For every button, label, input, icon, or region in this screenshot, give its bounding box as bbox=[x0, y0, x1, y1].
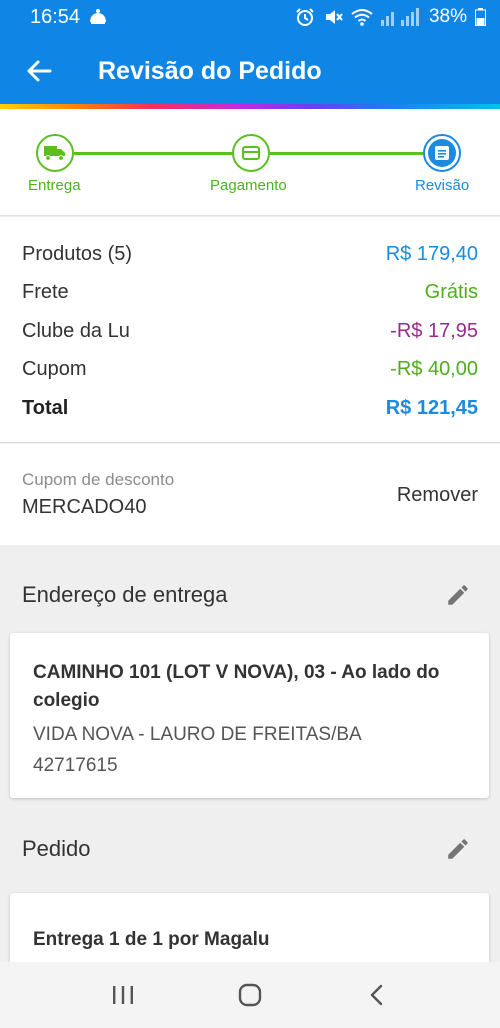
home-icon bbox=[238, 983, 262, 1007]
coupon-section: Cupom de desconto MERCADO40 Remover bbox=[0, 444, 500, 545]
recent-apps-button[interactable] bbox=[93, 965, 153, 1025]
address-section-title: Endereço de entrega bbox=[22, 582, 228, 607]
home-button[interactable] bbox=[220, 965, 280, 1025]
battery-level: 38% bbox=[428, 6, 467, 27]
edit-address-button[interactable] bbox=[438, 575, 478, 615]
address-street: CAMINHO 101 (LOT V NOVA), 03 - Ao lado d… bbox=[33, 662, 440, 711]
chevron-left-icon bbox=[370, 984, 382, 1006]
summary-row-club: Clube da Lu -R$ 17,95 bbox=[22, 312, 478, 351]
recent-apps-icon bbox=[113, 986, 134, 1004]
system-nav-bar bbox=[0, 962, 500, 1028]
delivery-info: Entrega 1 de 1 por Magalu bbox=[33, 929, 270, 950]
summary-value: -R$ 17,95 bbox=[390, 319, 478, 342]
summary-value: R$ 179,40 bbox=[385, 242, 478, 265]
summary-label: Produtos (5) bbox=[22, 242, 133, 265]
step-review[interactable] bbox=[423, 134, 461, 172]
summary-row-total: Total R$ 121,45 bbox=[22, 389, 478, 428]
address-city: VIDA NOVA - LAURO DE FREITAS/BA bbox=[33, 724, 362, 745]
app-bar: Revisão do Pedido bbox=[0, 34, 500, 108]
step-label-payment: Pagamento bbox=[210, 177, 287, 194]
summary-label: Clube da Lu bbox=[22, 319, 130, 342]
mute-icon bbox=[323, 7, 343, 27]
list-icon bbox=[435, 146, 449, 160]
signal-icon bbox=[380, 8, 421, 26]
address-section-header: Endereço de entrega bbox=[0, 550, 500, 640]
step-label-delivery: Entrega bbox=[28, 177, 81, 194]
back-nav-button[interactable] bbox=[347, 965, 407, 1025]
arrow-back-icon bbox=[27, 60, 52, 82]
wifi-icon bbox=[351, 8, 373, 26]
step-connector bbox=[74, 152, 233, 155]
order-section-title: Pedido bbox=[22, 836, 91, 861]
pencil-icon bbox=[448, 585, 468, 605]
summary-value: Grátis bbox=[424, 281, 478, 304]
order-section-header: Pedido bbox=[0, 804, 500, 894]
step-connector bbox=[270, 152, 423, 155]
total-value: R$ 121,45 bbox=[385, 396, 478, 419]
status-bar: 16:54 38% bbox=[0, 0, 500, 34]
step-payment[interactable] bbox=[232, 134, 270, 172]
summary-label: Frete bbox=[22, 281, 69, 304]
summary-value: -R$ 40,00 bbox=[390, 358, 478, 381]
alarm-icon bbox=[295, 7, 315, 27]
notification-icon bbox=[88, 8, 108, 26]
battery-icon bbox=[475, 8, 486, 26]
total-label: Total bbox=[22, 396, 69, 419]
address-zip: 42717615 bbox=[33, 755, 118, 776]
edit-order-button[interactable] bbox=[438, 829, 478, 869]
summary-row-coupon: Cupom -R$ 40,00 bbox=[22, 351, 478, 390]
back-button[interactable] bbox=[0, 34, 72, 108]
step-label-review: Revisão bbox=[415, 177, 470, 194]
summary-row-shipping: Frete Grátis bbox=[22, 274, 478, 313]
order-card[interactable]: Entrega 1 de 1 por Magalu bbox=[10, 893, 489, 963]
checkout-stepper: Entrega Pagamento Revisão bbox=[0, 109, 500, 216]
pencil-icon bbox=[448, 839, 468, 859]
card-icon bbox=[242, 146, 260, 160]
page-title: Revisão do Pedido bbox=[98, 56, 322, 85]
address-card[interactable]: CAMINHO 101 (LOT V NOVA), 03 - Ao lado d… bbox=[10, 633, 489, 798]
truck-icon bbox=[44, 146, 65, 161]
status-time: 16:54 bbox=[30, 5, 81, 28]
order-summary: Produtos (5) R$ 179,40 Frete Grátis Club… bbox=[0, 217, 500, 443]
remove-coupon-button[interactable]: Remover bbox=[397, 484, 478, 507]
summary-row-products: Produtos (5) R$ 179,40 bbox=[22, 235, 478, 274]
summary-label: Cupom bbox=[22, 358, 87, 381]
step-delivery[interactable] bbox=[36, 134, 74, 172]
